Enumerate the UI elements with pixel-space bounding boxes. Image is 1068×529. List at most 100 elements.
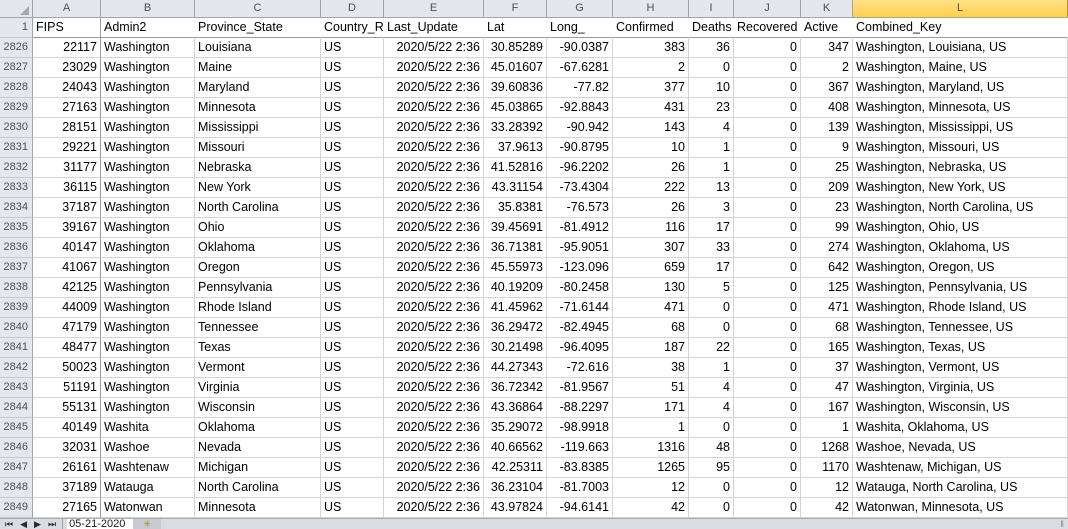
cell-H2832[interactable]: 26 — [613, 158, 689, 178]
cell-L2828[interactable]: Washington, Maryland, US — [853, 78, 1068, 98]
cell-D2849[interactable]: US — [321, 498, 384, 518]
cell-C2847[interactable]: Michigan — [195, 458, 321, 478]
row-header-2835[interactable]: 2835 — [0, 218, 33, 238]
cell-E2844[interactable]: 2020/5/22 2:36 — [384, 398, 484, 418]
cell-L2832[interactable]: Washington, Nebraska, US — [853, 158, 1068, 178]
cell-D2840[interactable]: US — [321, 318, 384, 338]
cell-C2848[interactable]: North Carolina — [195, 478, 321, 498]
row-header-2843[interactable]: 2843 — [0, 378, 33, 398]
cell-B2830[interactable]: Washington — [101, 118, 195, 138]
cell-D2832[interactable]: US — [321, 158, 384, 178]
cell-E2835[interactable]: 2020/5/22 2:36 — [384, 218, 484, 238]
cell-H1[interactable]: Confirmed — [613, 18, 689, 38]
cell-D2847[interactable]: US — [321, 458, 384, 478]
cell-I2834[interactable]: 3 — [689, 198, 734, 218]
cell-C2827[interactable]: Maine — [195, 58, 321, 78]
cell-D2844[interactable]: US — [321, 398, 384, 418]
cell-E2846[interactable]: 2020/5/22 2:36 — [384, 438, 484, 458]
cell-K2838[interactable]: 125 — [801, 278, 853, 298]
column-header-l[interactable]: L — [853, 0, 1068, 17]
cell-K2843[interactable]: 47 — [801, 378, 853, 398]
cell-K2836[interactable]: 274 — [801, 238, 853, 258]
cell-G2846[interactable]: -119.663 — [547, 438, 613, 458]
cell-L2831[interactable]: Washington, Missouri, US — [853, 138, 1068, 158]
cell-I2847[interactable]: 95 — [689, 458, 734, 478]
cell-A2829[interactable]: 27163 — [33, 98, 101, 118]
cell-H2840[interactable]: 68 — [613, 318, 689, 338]
cell-C2832[interactable]: Nebraska — [195, 158, 321, 178]
cell-G2832[interactable]: -96.2202 — [547, 158, 613, 178]
cell-F2826[interactable]: 30.85289 — [484, 38, 547, 58]
first-sheet-icon[interactable]: ⏮ — [5, 520, 13, 529]
cell-D2842[interactable]: US — [321, 358, 384, 378]
cell-F2840[interactable]: 36.29472 — [484, 318, 547, 338]
cell-K2832[interactable]: 25 — [801, 158, 853, 178]
cell-D2834[interactable]: US — [321, 198, 384, 218]
cell-F2848[interactable]: 36.23104 — [484, 478, 547, 498]
cell-E2831[interactable]: 2020/5/22 2:36 — [384, 138, 484, 158]
row-header-2826[interactable]: 2826 — [0, 38, 33, 58]
cell-F2836[interactable]: 36.71381 — [484, 238, 547, 258]
row-header-2836[interactable]: 2836 — [0, 238, 33, 258]
row-header-2841[interactable]: 2841 — [0, 338, 33, 358]
cell-B2846[interactable]: Washoe — [101, 438, 195, 458]
row-header-2834[interactable]: 2834 — [0, 198, 33, 218]
cell-L2848[interactable]: Watauga, North Carolina, US — [853, 478, 1068, 498]
cell-J2846[interactable]: 0 — [734, 438, 801, 458]
cell-E2841[interactable]: 2020/5/22 2:36 — [384, 338, 484, 358]
cell-K2846[interactable]: 1268 — [801, 438, 853, 458]
cell-E2827[interactable]: 2020/5/22 2:36 — [384, 58, 484, 78]
cell-B2831[interactable]: Washington — [101, 138, 195, 158]
row-header-2840[interactable]: 2840 — [0, 318, 33, 338]
cell-F2844[interactable]: 43.36864 — [484, 398, 547, 418]
cell-C2837[interactable]: Oregon — [195, 258, 321, 278]
cell-E2826[interactable]: 2020/5/22 2:36 — [384, 38, 484, 58]
cell-I2845[interactable]: 0 — [689, 418, 734, 438]
cell-C2849[interactable]: Minnesota — [195, 498, 321, 518]
cell-K2828[interactable]: 367 — [801, 78, 853, 98]
cell-D2831[interactable]: US — [321, 138, 384, 158]
cell-F2831[interactable]: 37.9613 — [484, 138, 547, 158]
cell-F2829[interactable]: 45.03865 — [484, 98, 547, 118]
cell-L2839[interactable]: Washington, Rhode Island, US — [853, 298, 1068, 318]
cell-I1[interactable]: Deaths — [689, 18, 734, 38]
column-header-g[interactable]: G — [547, 0, 613, 17]
cell-F2849[interactable]: 43.97824 — [484, 498, 547, 518]
cell-C2842[interactable]: Vermont — [195, 358, 321, 378]
cell-H2833[interactable]: 222 — [613, 178, 689, 198]
cell-H2826[interactable]: 383 — [613, 38, 689, 58]
cell-K2833[interactable]: 209 — [801, 178, 853, 198]
cell-L2837[interactable]: Washington, Oregon, US — [853, 258, 1068, 278]
cell-E2838[interactable]: 2020/5/22 2:36 — [384, 278, 484, 298]
cell-D2839[interactable]: US — [321, 298, 384, 318]
cell-B2836[interactable]: Washington — [101, 238, 195, 258]
cell-I2828[interactable]: 10 — [689, 78, 734, 98]
cell-J2833[interactable]: 0 — [734, 178, 801, 198]
row-header-2831[interactable]: 2831 — [0, 138, 33, 158]
cell-G2839[interactable]: -71.6144 — [547, 298, 613, 318]
cell-E2847[interactable]: 2020/5/22 2:36 — [384, 458, 484, 478]
cell-D2833[interactable]: US — [321, 178, 384, 198]
cell-G2848[interactable]: -81.7003 — [547, 478, 613, 498]
cell-J2849[interactable]: 0 — [734, 498, 801, 518]
cell-J2832[interactable]: 0 — [734, 158, 801, 178]
cell-E2829[interactable]: 2020/5/22 2:36 — [384, 98, 484, 118]
cell-J2841[interactable]: 0 — [734, 338, 801, 358]
cell-A2836[interactable]: 40147 — [33, 238, 101, 258]
cell-L2830[interactable]: Washington, Mississippi, US — [853, 118, 1068, 138]
cell-H2849[interactable]: 42 — [613, 498, 689, 518]
cell-B2826[interactable]: Washington — [101, 38, 195, 58]
cell-I2833[interactable]: 13 — [689, 178, 734, 198]
cell-I2842[interactable]: 1 — [689, 358, 734, 378]
cell-G2841[interactable]: -96.4095 — [547, 338, 613, 358]
cell-F2841[interactable]: 30.21498 — [484, 338, 547, 358]
cell-G2837[interactable]: -123.096 — [547, 258, 613, 278]
cell-K2826[interactable]: 347 — [801, 38, 853, 58]
cell-J2845[interactable]: 0 — [734, 418, 801, 438]
cell-H2827[interactable]: 2 — [613, 58, 689, 78]
cell-L2849[interactable]: Watonwan, Minnesota, US — [853, 498, 1068, 518]
cell-A2840[interactable]: 47179 — [33, 318, 101, 338]
cell-J2844[interactable]: 0 — [734, 398, 801, 418]
cell-B2829[interactable]: Washington — [101, 98, 195, 118]
row-header-1[interactable]: 1 — [0, 18, 33, 38]
